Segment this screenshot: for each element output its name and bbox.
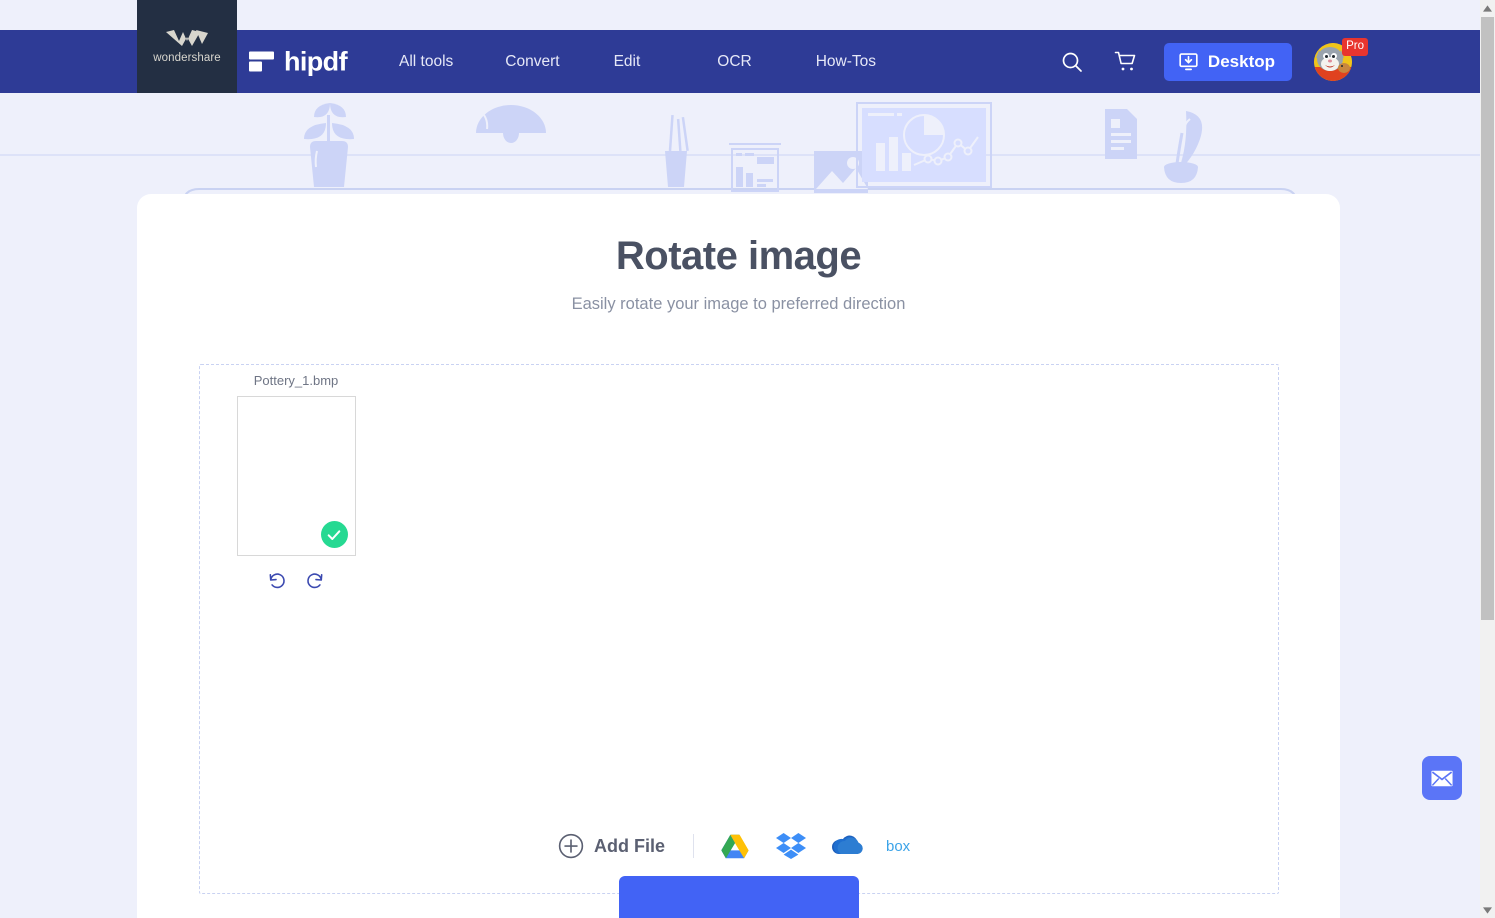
main-card: Rotate image Easily rotate your image to… (137, 194, 1340, 918)
desktop-app-button[interactable]: Desktop (1163, 42, 1292, 81)
page-subtitle: Easily rotate your image to preferred di… (571, 295, 906, 313)
nav-link-all-tools[interactable]: All tools (399, 53, 453, 71)
shopping-cart-icon[interactable] (1108, 44, 1144, 80)
file-name: Pottery_1.bmp (253, 373, 339, 388)
file-dropzone[interactable]: Pottery_1.bmp Add File box (199, 364, 1279, 894)
page-title: Rotate image (615, 234, 862, 278)
dropbox-icon[interactable] (774, 831, 808, 861)
avatar[interactable]: Pro (1314, 37, 1368, 81)
add-file-button[interactable]: Add File (558, 833, 665, 859)
nav-link-how-tos[interactable]: How-Tos (816, 53, 876, 71)
scrollbar-thumb[interactable] (1481, 17, 1494, 620)
plus-circle-icon (558, 833, 584, 859)
nav-links: All tools Convert Edit OCR How-Tos (399, 30, 876, 93)
add-file-label: Add File (594, 835, 665, 856)
nav-link-ocr[interactable]: OCR (717, 53, 751, 71)
file-thumbnail[interactable] (236, 396, 356, 556)
download-to-monitor-icon (1179, 53, 1198, 71)
wondershare-wordmark: wondershare (153, 51, 221, 64)
feedback-button[interactable] (1422, 756, 1462, 800)
file-tile[interactable]: Pottery_1.bmp (231, 373, 361, 592)
wondershare-w-icon (166, 29, 208, 46)
nav-link-convert[interactable]: Convert (505, 53, 559, 71)
scroll-up-arrow[interactable] (1480, 0, 1495, 16)
vertical-scrollbar[interactable] (1480, 0, 1495, 918)
nav-right-actions: Desktop Pro (1054, 30, 1368, 93)
wondershare-logo-block[interactable]: wondershare (137, 0, 237, 93)
onedrive-icon[interactable] (830, 831, 864, 861)
check-circle-icon (320, 521, 348, 548)
pro-badge: Pro (1342, 37, 1368, 56)
rotate-clockwise-icon[interactable] (304, 570, 326, 592)
add-file-row: Add File box (200, 831, 1278, 861)
hipdf-logo[interactable]: hipdf (249, 46, 348, 76)
scroll-down-arrow[interactable] (1480, 902, 1495, 918)
rotate-counterclockwise-icon[interactable] (266, 570, 288, 592)
rotate-controls (231, 570, 361, 592)
hipdf-wordmark: hipdf (284, 46, 348, 76)
svg-text:box: box (886, 838, 911, 855)
primary-action-button[interactable] (618, 876, 859, 918)
box-icon[interactable]: box (886, 831, 920, 861)
envelope-icon (1431, 770, 1453, 786)
page-root: wondershare hipdf All tools Convert Edit… (0, 0, 1495, 918)
desktop-button-label: Desktop (1207, 51, 1275, 71)
divider (693, 834, 694, 858)
search-icon[interactable] (1054, 44, 1090, 80)
hipdf-mark-icon (249, 49, 275, 75)
google-drive-icon[interactable] (718, 831, 752, 861)
nav-link-edit[interactable]: Edit (614, 53, 641, 71)
